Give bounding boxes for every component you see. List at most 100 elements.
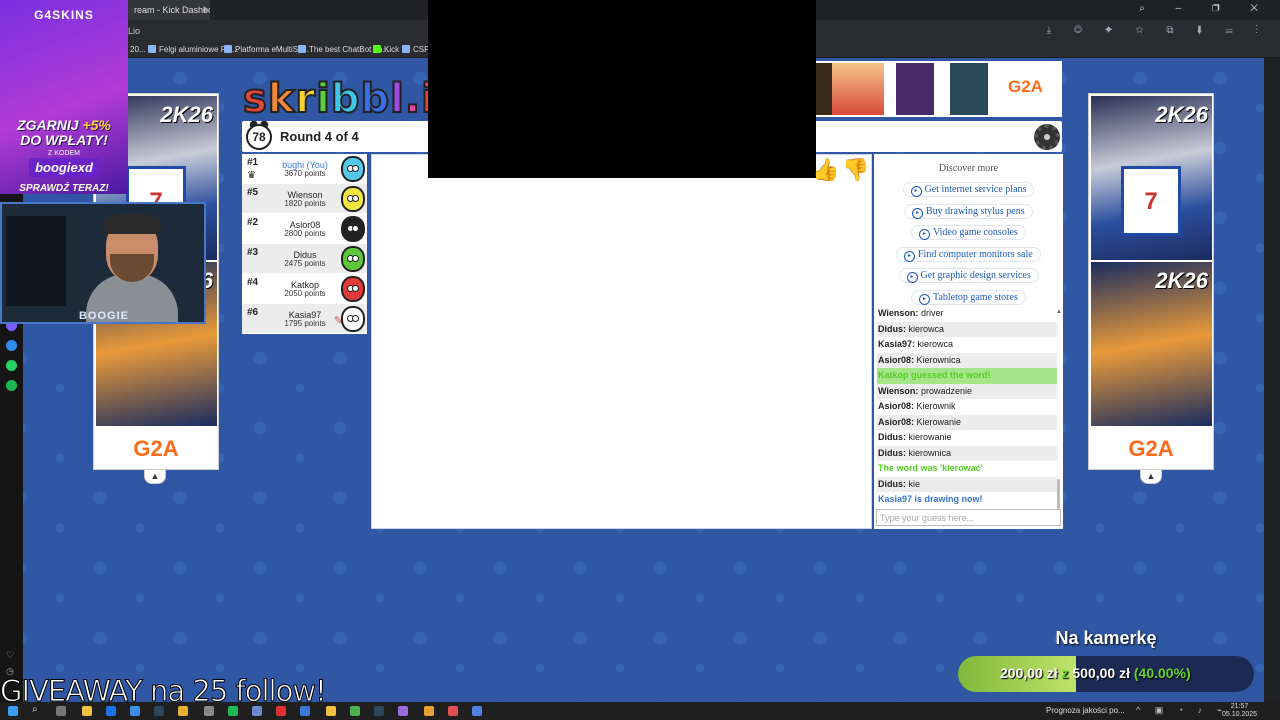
- logo-letter: l: [389, 75, 405, 123]
- promo-with-code: Z KODEM: [48, 150, 80, 157]
- steam-icon[interactable]: [154, 706, 164, 716]
- player-row[interactable]: #2 Asior08 2800 points: [242, 214, 367, 244]
- chat-scrollbar[interactable]: ▲: [1056, 309, 1062, 509]
- player-rank: #5: [247, 187, 259, 198]
- discover-link[interactable]: Find computer monitors sale: [896, 246, 1041, 262]
- chat-text: Kierownica: [916, 354, 961, 365]
- app-icon[interactable]: [424, 706, 434, 716]
- player-row[interactable]: #3 Didus 2475 points: [242, 244, 367, 274]
- search-icon[interactable]: ⌕: [32, 704, 42, 715]
- chat-message: Didus: kierownica: [877, 445, 1057, 461]
- crown-icon: ♛: [247, 170, 256, 181]
- donation-goal-bar: 200,00 zł z 500,00 zł (40.00%): [958, 656, 1254, 692]
- screen: ream - Kick Dashboard + ⌕ – ❐ ✕ Lio ⤓ ◎ …: [0, 0, 1280, 720]
- ad-poster-image: 2K26: [1091, 262, 1212, 426]
- chat-text: Kierowanie: [916, 416, 962, 427]
- logo-letter: .: [404, 75, 422, 123]
- system-tray-icons[interactable]: ^ ▣ ◔ ♪ ⌁: [1136, 705, 1228, 716]
- ad-collapse-button[interactable]: ▲: [144, 470, 166, 484]
- discover-link[interactable]: Get graphic design services: [898, 268, 1039, 284]
- discover-more-title: Discover more: [938, 163, 999, 174]
- app-icon[interactable]: [252, 706, 262, 716]
- logo-letter: k: [267, 75, 296, 123]
- app-icon[interactable]: [300, 706, 310, 716]
- logo-letter: r: [294, 75, 317, 123]
- chat-username: Wienson:: [878, 385, 919, 396]
- chat-text: kierowca: [908, 323, 945, 334]
- goal-text: 200,00 zł z 500,00 zł (40.00%): [1000, 665, 1191, 681]
- player-avatar: [341, 156, 365, 182]
- discover-link[interactable]: Video game consoles: [911, 225, 1026, 241]
- chat-username: Didus:: [878, 323, 906, 334]
- chat-message: Asior08: Kierownica: [877, 352, 1057, 368]
- bookmark-favicon-icon: [224, 45, 232, 53]
- player-row[interactable]: #1 ♛ bughi (You) 3670 points: [242, 154, 367, 184]
- top-ad-banner[interactable]: G2A: [812, 61, 1062, 117]
- app-icon[interactable]: [178, 706, 188, 716]
- start-icon[interactable]: [8, 706, 18, 716]
- player-avatar: [341, 186, 365, 212]
- video-overlay: [428, 0, 816, 178]
- store-icon[interactable]: [106, 706, 116, 716]
- streamer-figure: [86, 214, 178, 322]
- thumbs-down-icon[interactable]: 👎: [842, 156, 869, 184]
- chat-username: Asior08:: [878, 416, 915, 427]
- spotify-icon[interactable]: [228, 706, 238, 716]
- chat-message: Didus: kie: [877, 476, 1057, 492]
- g2a-logo: G2A: [133, 436, 179, 461]
- new-tab-icon[interactable]: +: [198, 3, 212, 17]
- logo-letter: i: [315, 75, 331, 123]
- spotify-icon[interactable]: [6, 380, 17, 391]
- thumbs-up-icon[interactable]: 👍: [812, 156, 839, 184]
- g2a-logo: G2A: [1128, 436, 1174, 461]
- drawing-canvas[interactable]: [371, 154, 872, 529]
- player-row[interactable]: #4 Katkop 2050 points: [242, 274, 367, 304]
- window-controls[interactable]: ⌕ – ❐ ✕: [1139, 3, 1272, 14]
- discover-link[interactable]: Buy drawing stylus pens: [904, 203, 1033, 219]
- browser-side-panel: [1264, 58, 1280, 702]
- chrome-icon[interactable]: [326, 706, 336, 716]
- guess-input[interactable]: [876, 509, 1061, 526]
- player-row[interactable]: #5 Wienson 1820 points: [242, 184, 367, 214]
- steam-icon[interactable]: [374, 706, 384, 716]
- file-explorer-icon[interactable]: [82, 706, 92, 716]
- app-icon[interactable]: [398, 706, 408, 716]
- player-points: 1820 points: [284, 199, 326, 208]
- ad-collapse-button[interactable]: ▲: [1140, 470, 1162, 484]
- logo-letter: b: [360, 75, 391, 123]
- player-avatar: [341, 216, 365, 242]
- discover-link[interactable]: Get internet service plans: [902, 182, 1035, 197]
- chat-text: Kierownik: [916, 401, 956, 411]
- right-ad-banner[interactable]: 2K26 7 2K26 G2A: [1088, 93, 1214, 470]
- app-icon[interactable]: [130, 706, 140, 716]
- app-icon[interactable]: [448, 706, 458, 716]
- taskbar-clock[interactable]: 21:57 05.10.2025: [1222, 703, 1257, 719]
- webcam-background: [6, 216, 66, 306]
- weather-widget[interactable]: Prognoza jakości po...: [1046, 706, 1125, 715]
- chat-username: Kasia97:: [878, 339, 916, 349]
- bookmark-item[interactable]: 20...: [130, 45, 146, 54]
- player-avatar: [341, 306, 365, 332]
- player-avatar: [341, 246, 365, 272]
- heart-icon[interactable]: ♡: [6, 650, 17, 661]
- browser-toolbar-icons[interactable]: ⤓ ◎ ✦ ☆ ⧉ ⬇ ☰ ⋮: [1047, 25, 1268, 36]
- url-text[interactable]: Lio: [128, 26, 140, 36]
- bookmark-item[interactable]: Kick: [373, 45, 399, 54]
- app-icon[interactable]: [204, 706, 214, 716]
- app-icon[interactable]: [350, 706, 360, 716]
- bookmark-favicon-icon: [298, 45, 306, 53]
- ad-poster-image: 2K26 7: [1091, 96, 1212, 260]
- chat-message: Wienson: prowadzenie: [877, 383, 1057, 399]
- bookmark-item[interactable]: Platforma eMultiSp...: [224, 45, 309, 54]
- app-icon[interactable]: [472, 706, 482, 716]
- discover-link[interactable]: Tabletop game stores: [911, 290, 1026, 305]
- whatsapp-icon[interactable]: [6, 360, 17, 371]
- settings-gear-icon[interactable]: [1034, 124, 1060, 150]
- opera-icon[interactable]: [276, 706, 286, 716]
- messenger-icon[interactable]: [6, 340, 17, 351]
- scroll-up-icon[interactable]: ▲: [1056, 309, 1062, 315]
- scrollbar-thumb[interactable]: [1057, 479, 1060, 509]
- task-view-icon[interactable]: [56, 706, 66, 716]
- player-row[interactable]: #6 Kasia97 1795 points ✎: [242, 304, 367, 334]
- logo-letter: b: [330, 75, 361, 123]
